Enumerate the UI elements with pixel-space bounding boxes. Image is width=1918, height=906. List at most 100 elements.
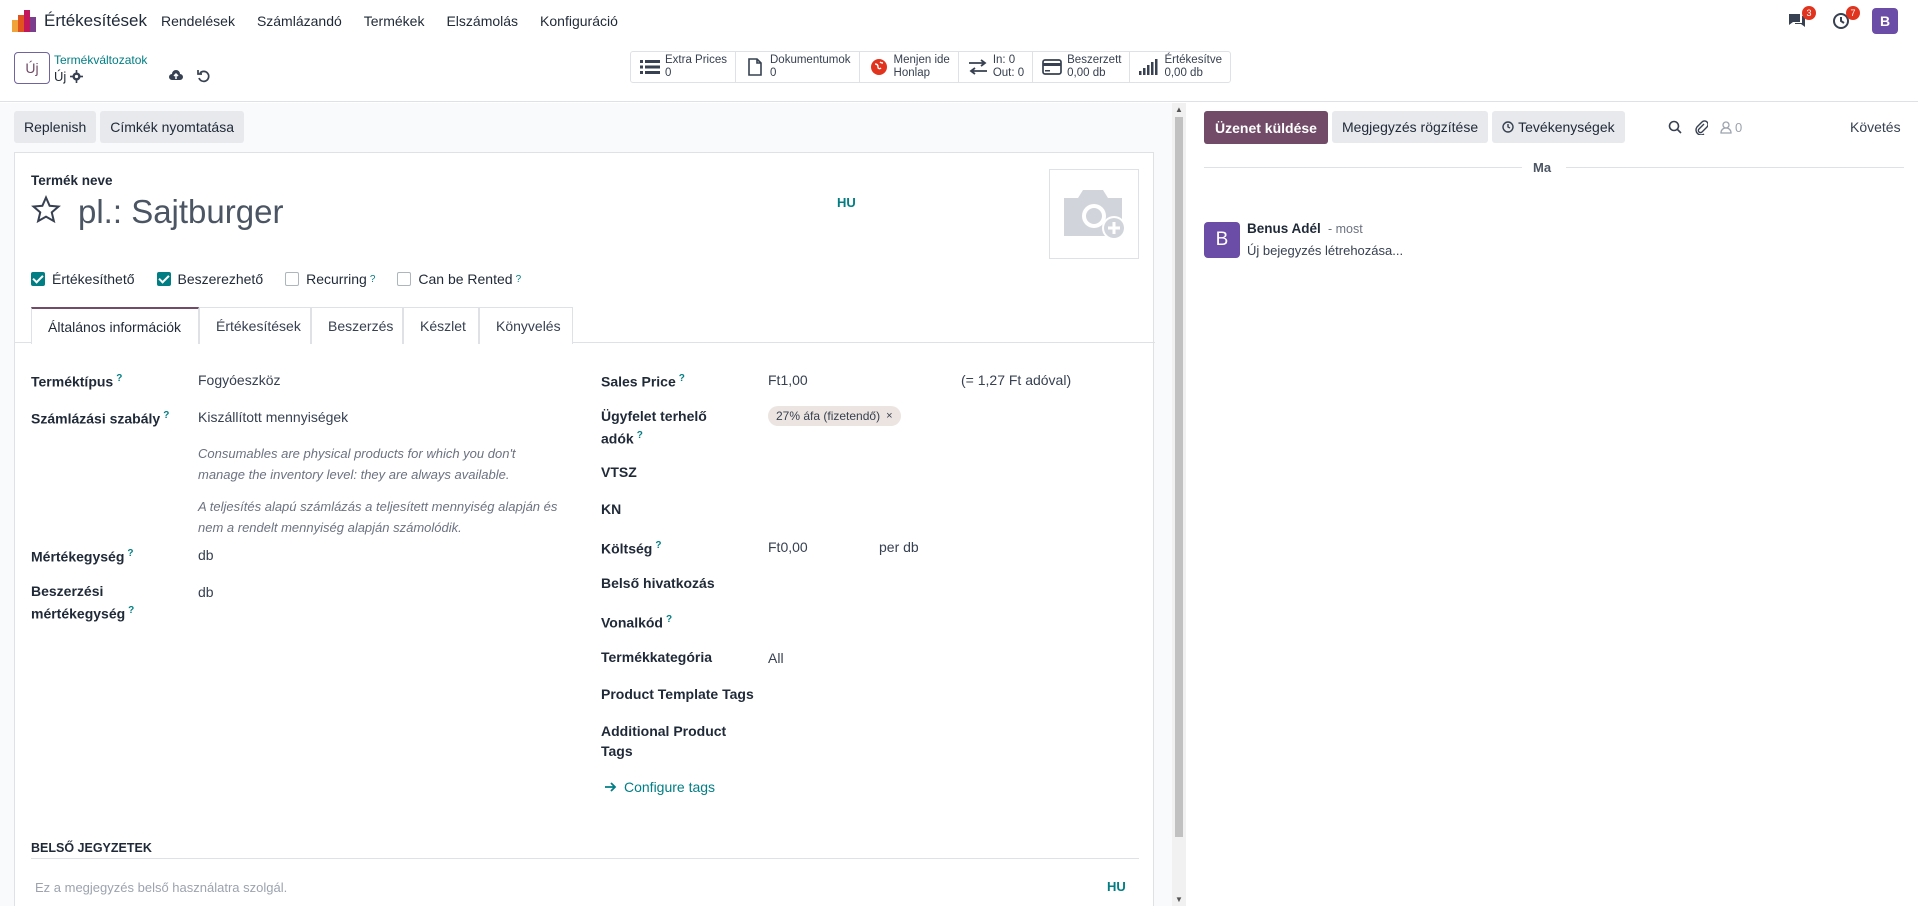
message-author[interactable]: Benus Adél <box>1247 221 1321 236</box>
can-be-rented-label: Can be Rented <box>418 271 513 287</box>
purchased-value: 0,00 db <box>1067 67 1106 79</box>
barcode-label: Vonalkód? <box>601 614 673 631</box>
can-be-rented-checkbox[interactable]: Can be Rented? <box>397 271 521 287</box>
website-value: Honlap <box>893 67 930 79</box>
help-icon[interactable]: ? <box>370 274 376 285</box>
help-icon[interactable]: ? <box>516 274 522 285</box>
menu-to-invoice[interactable]: Számlázandó <box>257 13 342 29</box>
sales-price-label: Sales Price? <box>601 373 685 390</box>
uom-field[interactable]: db <box>198 545 214 565</box>
message-avatar[interactable]: B <box>1204 222 1240 258</box>
purchase-uom-field[interactable]: db <box>198 582 214 602</box>
replenish-button[interactable]: Replenish <box>14 111 97 143</box>
product-image-upload[interactable] <box>1049 169 1139 259</box>
scroll-thumb[interactable] <box>1175 117 1183 837</box>
systray: 3 7 B <box>1784 6 1898 34</box>
notes-translate-button[interactable]: HU <box>1107 879 1126 894</box>
extra-prices-button[interactable]: Extra Prices 0 <box>631 52 736 82</box>
help-icon[interactable]: ? <box>666 614 672 625</box>
tag-remove-icon[interactable]: × <box>886 410 892 422</box>
date-separator: Ma <box>1204 158 1904 178</box>
help-icon[interactable]: ? <box>127 548 133 559</box>
star-icon[interactable] <box>31 195 61 225</box>
invoice-policy-help-text: A teljesítés alapú számlázás a teljesíte… <box>198 499 558 535</box>
user-avatar[interactable]: B <box>1872 8 1898 34</box>
help-icon[interactable]: ? <box>163 410 169 421</box>
translate-button[interactable]: HU <box>837 195 856 210</box>
invoice-policy-field[interactable]: Kiszállított mennyiségek <box>198 407 348 427</box>
can-be-sold-checkbox[interactable]: Értékesíthető <box>31 271 135 287</box>
sales-price-field[interactable]: Ft1,00 <box>768 370 808 390</box>
app-name[interactable]: Értékesítések <box>44 11 147 31</box>
followers-button[interactable]: 0 <box>1720 120 1742 135</box>
help-icon[interactable]: ? <box>116 373 122 384</box>
customer-taxes-label: Ügyfelet terhelő adók? <box>601 408 707 447</box>
breadcrumb-product-variants[interactable]: Termékváltozatok <box>54 53 147 67</box>
follow-button[interactable]: Követés <box>1850 119 1901 135</box>
checkbox-checked[interactable] <box>31 272 45 286</box>
sold-button[interactable]: Értékesítve 0,00 db <box>1130 52 1230 82</box>
tab-sales[interactable]: Értékesítések <box>199 307 311 344</box>
checkbox-checked[interactable] <box>156 272 171 286</box>
website-label: Menjen ide <box>893 54 950 66</box>
menu-configuration[interactable]: Konfiguráció <box>540 13 618 29</box>
log-note-button[interactable]: Megjegyzés rögzítése <box>1331 111 1489 143</box>
product-type-field[interactable]: Fogyóeszköz <box>198 370 280 390</box>
new-button[interactable]: Új <box>14 52 50 84</box>
in-out-button[interactable]: In: 0 Out: 0 <box>959 52 1034 82</box>
product-flags: Értékesíthető Beszerezhető Recurring? Ca… <box>31 271 543 287</box>
globe-icon <box>870 59 887 75</box>
messages-button[interactable]: 3 <box>1784 6 1816 34</box>
can-be-purchased-checkbox[interactable]: Beszerezhető <box>156 271 263 287</box>
sales-app-icon[interactable] <box>12 10 36 32</box>
menu-products[interactable]: Termékek <box>364 13 425 29</box>
configure-tags-link[interactable]: Configure tags <box>605 779 715 795</box>
menu-orders[interactable]: Rendelések <box>161 13 235 29</box>
category-field[interactable]: All <box>768 648 784 668</box>
send-message-button[interactable]: Üzenet küldése <box>1204 111 1328 144</box>
gear-icon[interactable] <box>70 70 84 83</box>
help-icon[interactable]: ? <box>679 373 685 384</box>
recurring-label: Recurring <box>306 271 367 287</box>
print-labels-button[interactable]: Címkék nyomtatása <box>100 111 244 143</box>
menu-reporting[interactable]: Elszámolás <box>446 13 518 29</box>
checkbox-unchecked[interactable] <box>285 272 300 286</box>
checkbox-unchecked[interactable] <box>397 272 412 286</box>
activities-button[interactable]: Tevékenységek <box>1492 111 1625 143</box>
help-icon[interactable]: ? <box>637 430 643 441</box>
scroll-up-arrow[interactable]: ▲ <box>1175 105 1183 114</box>
paperclip-icon[interactable] <box>1694 119 1708 135</box>
clock-icon <box>1502 121 1514 133</box>
message-body: Új bejegyzés létrehozása... <box>1247 243 1404 258</box>
documents-button[interactable]: Dokumentumok 0 <box>736 52 860 82</box>
documents-label: Dokumentumok <box>770 54 851 66</box>
chatter-tools: 0 <box>1668 119 1742 135</box>
followers-count: 0 <box>1735 119 1743 135</box>
purchased-button[interactable]: Beszerzett 0,00 db <box>1033 52 1131 82</box>
product-name-input[interactable]: pl.: Sajtburger <box>78 193 283 231</box>
message-time: - most <box>1328 222 1363 236</box>
tab-general-info[interactable]: Általános információk <box>31 307 199 344</box>
list-icon <box>640 60 660 74</box>
internal-ref-label: Belső hivatkozás <box>601 575 715 591</box>
user-icon <box>1720 120 1732 134</box>
form-scrollbar[interactable]: ▲ ▼ <box>1172 103 1186 906</box>
go-to-website-button[interactable]: Menjen ide Honlap <box>860 52 959 82</box>
scroll-down-arrow[interactable]: ▼ <box>1175 895 1183 904</box>
recurring-checkbox[interactable]: Recurring? <box>285 271 375 287</box>
tab-accounting[interactable]: Könyvelés <box>479 307 573 344</box>
tab-inventory[interactable]: Készlet <box>403 307 479 344</box>
tab-purchase[interactable]: Beszerzés <box>311 307 403 344</box>
internal-notes-input[interactable]: Ez a megjegyzés belső használatra szolgá… <box>35 880 287 895</box>
help-icon[interactable]: ? <box>128 605 134 616</box>
purchased-label: Beszerzett <box>1067 54 1122 66</box>
activities-button[interactable]: 7 <box>1828 6 1860 34</box>
help-icon[interactable]: ? <box>655 540 661 551</box>
divider <box>31 858 1139 859</box>
messages-badge: 3 <box>1802 6 1816 20</box>
cost-field[interactable]: Ft0,00 <box>768 537 808 557</box>
search-icon[interactable] <box>1668 120 1682 134</box>
cloud-upload-icon[interactable] <box>168 68 184 84</box>
tax-tag[interactable]: 27% áfa (fizetendő) × <box>768 406 901 426</box>
discard-icon[interactable] <box>196 68 212 84</box>
